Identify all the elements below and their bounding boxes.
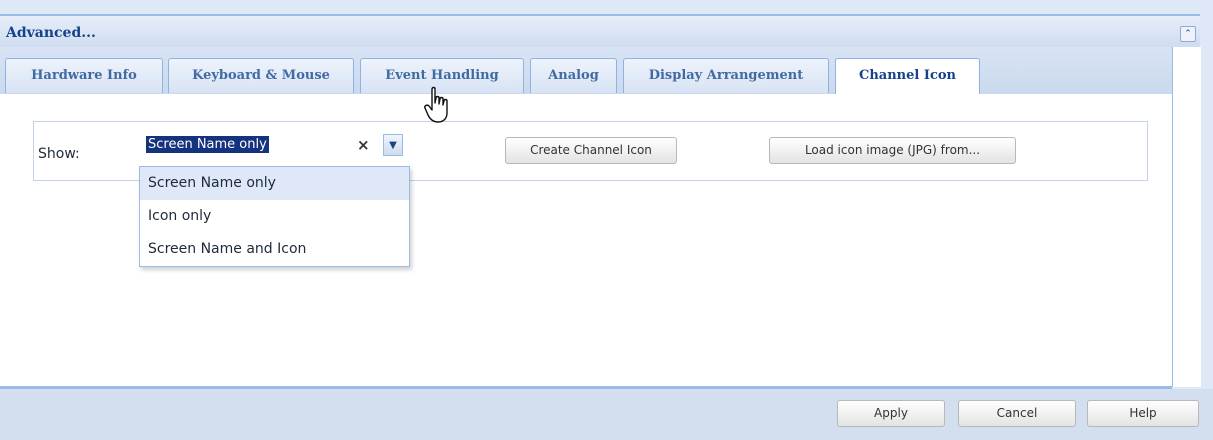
create-channel-icon-button[interactable]: Create Channel Icon	[505, 137, 677, 164]
dropdown-option-screen-name-and-icon[interactable]: Screen Name and Icon	[140, 233, 409, 266]
vertical-scrollbar[interactable]	[1172, 47, 1201, 387]
tab-keyboard-mouse[interactable]: Keyboard & Mouse	[168, 58, 354, 93]
chevron-down-icon[interactable]: ▼	[383, 134, 403, 156]
apply-button[interactable]: Apply	[837, 400, 945, 427]
tab-display-arrangement[interactable]: Display Arrangement	[623, 58, 829, 93]
tab-strip: Hardware Info Keyboard & Mouse Event Han…	[0, 47, 1172, 95]
hand-pointer-icon	[424, 86, 448, 123]
dialog-title: Advanced...	[6, 25, 96, 41]
load-icon-image-button[interactable]: Load icon image (JPG) from...	[769, 137, 1016, 164]
clear-icon[interactable]: ×	[357, 136, 370, 154]
cancel-button[interactable]: Cancel	[958, 400, 1076, 427]
show-label: Show:	[38, 146, 80, 162]
dropdown-option-screen-name-only[interactable]: Screen Name only	[140, 167, 409, 200]
tab-hardware-info[interactable]: Hardware Info	[5, 58, 163, 93]
tab-analog[interactable]: Analog	[530, 58, 617, 93]
show-dropdown-list: Screen Name only Icon only Screen Name a…	[139, 166, 410, 267]
help-button[interactable]: Help	[1087, 400, 1199, 427]
dialog-footer: Apply Cancel Help	[0, 389, 1213, 440]
dialog-title-bar: Advanced... ⌃	[0, 14, 1200, 49]
collapse-icon[interactable]: ⌃	[1180, 26, 1196, 42]
dropdown-option-icon-only[interactable]: Icon only	[140, 200, 409, 233]
tab-channel-icon[interactable]: Channel Icon	[835, 58, 980, 95]
show-combobox-value[interactable]: Screen Name only	[146, 136, 269, 153]
show-combobox[interactable]: Screen Name only × ▼	[143, 134, 411, 158]
advanced-dialog: Advanced... ⌃ Hardware Info Keyboard & M…	[0, 0, 1213, 440]
